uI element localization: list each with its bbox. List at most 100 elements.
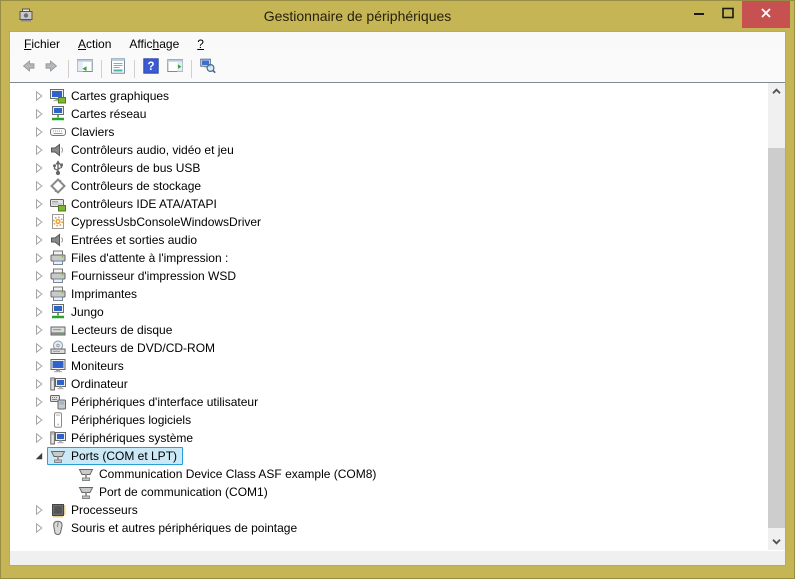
properties-button[interactable] bbox=[106, 57, 130, 81]
tree-item[interactable]: Contrôleurs de bus USB bbox=[47, 159, 206, 177]
tree-item[interactable]: Communication Device Class ASF example (… bbox=[75, 465, 382, 483]
tree-item-label: CypressUsbConsoleWindowsDriver bbox=[71, 214, 261, 230]
tree-item[interactable]: Entrées et sorties audio bbox=[47, 231, 203, 249]
tree-item-label: Jungo bbox=[71, 304, 104, 320]
expand-arrow-icon[interactable] bbox=[31, 268, 47, 284]
tree-item-label: Entrées et sorties audio bbox=[71, 232, 197, 248]
tree-item[interactable]: Lecteurs de DVD/CD-ROM bbox=[47, 339, 221, 357]
action-pane-icon bbox=[167, 58, 183, 79]
tree-row: Moniteurs bbox=[10, 357, 785, 375]
tree-item[interactable]: Ordinateur bbox=[47, 375, 134, 393]
expand-arrow-icon[interactable] bbox=[31, 520, 47, 536]
menu-fichier[interactable]: Fichier bbox=[15, 34, 69, 54]
expand-arrow-icon[interactable] bbox=[31, 250, 47, 266]
menu-action[interactable]: Action bbox=[69, 34, 120, 54]
vertical-scrollbar[interactable] bbox=[768, 83, 785, 550]
tree-item-label: Souris et autres périphériques de pointa… bbox=[71, 520, 297, 536]
tree-item[interactable]: Périphériques logiciels bbox=[47, 411, 197, 429]
tree-row: Files d'attente à l'impression : bbox=[10, 249, 785, 267]
expand-arrow-icon[interactable] bbox=[31, 178, 47, 194]
disk-drive-icon bbox=[50, 322, 66, 338]
tree-row: Lecteurs de disque bbox=[10, 321, 785, 339]
expand-arrow-icon[interactable] bbox=[31, 286, 47, 302]
scroll-down-button[interactable] bbox=[768, 533, 785, 550]
tree-item[interactable]: Moniteurs bbox=[47, 357, 130, 375]
forward-button bbox=[40, 57, 64, 81]
arrow-spacer bbox=[59, 466, 75, 482]
expand-arrow-icon[interactable] bbox=[31, 196, 47, 212]
help-icon: ? bbox=[143, 58, 159, 79]
chevron-up-icon bbox=[771, 86, 782, 97]
titlebar[interactable]: Gestionnaire de périphériques bbox=[1, 1, 794, 31]
tree-item[interactable]: Port de communication (COM1) bbox=[75, 483, 274, 501]
expand-arrow-icon[interactable] bbox=[31, 358, 47, 374]
tree-item[interactable]: Cartes graphiques bbox=[47, 87, 175, 105]
tree-row: Contrôleurs de bus USB bbox=[10, 159, 785, 177]
tree-item-label: Claviers bbox=[71, 124, 114, 140]
expand-arrow-icon[interactable] bbox=[31, 160, 47, 176]
expand-arrow-icon[interactable] bbox=[31, 376, 47, 392]
tree-item[interactable]: Périphériques d'interface utilisateur bbox=[47, 393, 264, 411]
expand-arrow-icon[interactable] bbox=[31, 88, 47, 104]
tree-item[interactable]: Ports (COM et LPT) bbox=[47, 447, 183, 465]
toolbar-separator bbox=[134, 60, 135, 78]
tree-item[interactable]: Files d'attente à l'impression : bbox=[47, 249, 234, 267]
expand-arrow-icon[interactable] bbox=[31, 214, 47, 230]
printer-icon bbox=[50, 286, 66, 302]
expand-arrow-icon[interactable] bbox=[31, 142, 47, 158]
scrollbar-thumb[interactable] bbox=[768, 148, 785, 528]
computer-icon bbox=[50, 376, 66, 392]
tree-item[interactable]: Processeurs bbox=[47, 501, 144, 519]
device-manager-window: Gestionnaire de périphériques FichierAct… bbox=[0, 0, 795, 579]
tree-item[interactable]: CypressUsbConsoleWindowsDriver bbox=[47, 213, 267, 231]
expand-arrow-icon[interactable] bbox=[31, 304, 47, 320]
expand-arrow-icon[interactable] bbox=[31, 340, 47, 356]
menu-affichage[interactable]: Affichage bbox=[120, 34, 188, 54]
speaker-icon bbox=[50, 232, 66, 248]
show-console-tree-button[interactable] bbox=[73, 57, 97, 81]
tree-item-label: Périphériques logiciels bbox=[71, 412, 191, 428]
expand-arrow-icon[interactable] bbox=[31, 124, 47, 140]
tree-item[interactable]: Contrôleurs audio, vidéo et jeu bbox=[47, 141, 240, 159]
tree-item[interactable]: Lecteurs de disque bbox=[47, 321, 178, 339]
expand-arrow-icon[interactable] bbox=[31, 106, 47, 122]
tree-item-label: Files d'attente à l'impression : bbox=[71, 250, 228, 266]
expand-arrow-icon[interactable] bbox=[31, 394, 47, 410]
tree-item[interactable]: Fournisseur d'impression WSD bbox=[47, 267, 242, 285]
expand-arrow-icon[interactable] bbox=[31, 232, 47, 248]
expand-arrow-icon[interactable] bbox=[31, 322, 47, 338]
tree-item[interactable]: Souris et autres périphériques de pointa… bbox=[47, 519, 303, 537]
tree-item-label: Contrôleurs IDE ATA/ATAPI bbox=[71, 196, 217, 212]
close-button[interactable] bbox=[742, 1, 790, 28]
storage-controller-icon bbox=[50, 178, 66, 194]
maximize-button[interactable] bbox=[713, 1, 742, 28]
tree-item[interactable]: Cartes réseau bbox=[47, 105, 152, 123]
tree-item[interactable]: Périphériques système bbox=[47, 429, 199, 447]
scroll-up-button[interactable] bbox=[768, 83, 785, 100]
minimize-button[interactable] bbox=[684, 1, 713, 28]
tree-row: Contrôleurs audio, vidéo et jeu bbox=[10, 141, 785, 159]
svg-text:?: ? bbox=[147, 61, 154, 73]
tree-item[interactable]: Claviers bbox=[47, 123, 120, 141]
tree-item[interactable]: Jungo bbox=[47, 303, 110, 321]
help-button[interactable]: ? bbox=[139, 57, 163, 81]
scan-icon bbox=[200, 58, 216, 79]
expand-arrow-icon[interactable] bbox=[31, 430, 47, 446]
tree-item[interactable]: Contrôleurs de stockage bbox=[47, 177, 207, 195]
tree-item[interactable]: Imprimantes bbox=[47, 285, 143, 303]
tree-row: Contrôleurs de stockage bbox=[10, 177, 785, 195]
collapse-arrow-icon[interactable] bbox=[31, 448, 47, 464]
tree-item-label: Contrôleurs de bus USB bbox=[71, 160, 200, 176]
menu-aide[interactable]: ? bbox=[188, 34, 213, 54]
tree-item[interactable]: Contrôleurs IDE ATA/ATAPI bbox=[47, 195, 223, 213]
tree-row: CypressUsbConsoleWindowsDriver bbox=[10, 213, 785, 231]
tree-item-label: Communication Device Class ASF example (… bbox=[99, 466, 376, 482]
scan-hardware-changes-button[interactable] bbox=[196, 57, 220, 81]
monitor-icon bbox=[50, 358, 66, 374]
printer-icon bbox=[50, 250, 66, 266]
chevron-down-icon bbox=[771, 536, 782, 547]
tree-row: Cartes graphiques bbox=[10, 87, 785, 105]
expand-arrow-icon[interactable] bbox=[31, 502, 47, 518]
show-action-pane-button[interactable] bbox=[163, 57, 187, 81]
expand-arrow-icon[interactable] bbox=[31, 412, 47, 428]
